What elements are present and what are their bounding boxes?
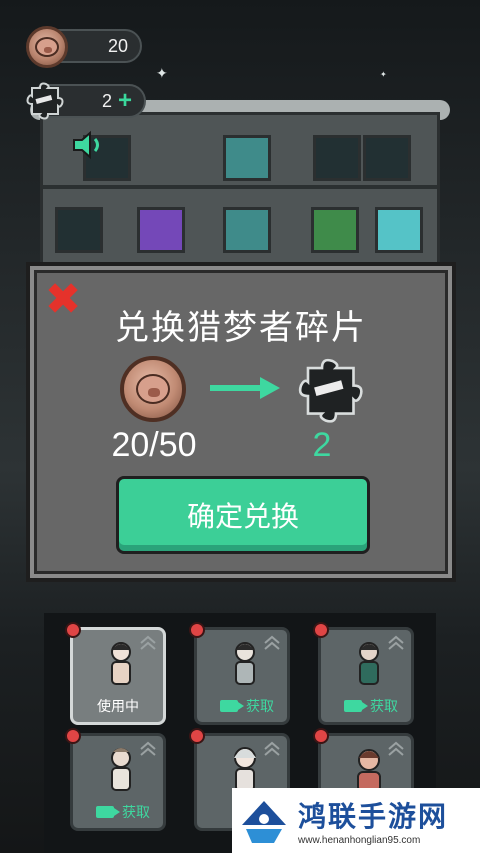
chevron-up-icon [264, 635, 280, 650]
window [223, 207, 271, 253]
site-logo [242, 800, 286, 843]
chevron-up-icon [264, 741, 280, 756]
window-character-room[interactable] [137, 207, 185, 253]
notification-dot [189, 622, 205, 638]
acquire-action[interactable]: 获取 [83, 802, 163, 822]
character-card[interactable]: 获取 [189, 622, 290, 725]
character-avatar [359, 642, 379, 685]
piece-count: 2 [101, 90, 112, 111]
notification-dot [189, 728, 205, 744]
speaker-icon[interactable] [72, 130, 108, 160]
acquire-action[interactable]: 获取 [207, 696, 287, 716]
window-ghost-room[interactable] [375, 207, 423, 253]
notification-dot [313, 728, 329, 744]
notification-dot [65, 728, 81, 744]
video-camera-icon [344, 700, 368, 712]
dialog-title: 兑换猎梦者碎片 [115, 308, 367, 348]
watermark-url: www.henanhonglian95.com [298, 835, 421, 846]
character-card[interactable]: 使用中 [65, 622, 166, 725]
chevron-up-icon [388, 741, 404, 756]
exchange-dialog: ✖ 兑换猎梦者碎片 20/50 2 确定兑换 [26, 262, 456, 582]
window-slime-room[interactable] [311, 207, 359, 253]
character-avatar [235, 642, 255, 685]
add-pieces-button[interactable]: + [118, 87, 132, 115]
character-status: 使用中 [97, 699, 139, 715]
star-icon: ✦ [156, 66, 168, 82]
chevron-up-icon [140, 635, 156, 650]
coin-cost: 20/50 [111, 426, 197, 464]
pig-coin-icon [120, 356, 186, 422]
acquire-action[interactable]: 获取 [331, 696, 411, 716]
video-camera-icon [96, 806, 120, 818]
notification-dot [65, 622, 81, 638]
character-card[interactable]: 获取 [313, 622, 414, 725]
window [55, 207, 103, 253]
window [363, 135, 411, 181]
piece-reward: 2 [312, 426, 332, 464]
arrow-right-icon [210, 377, 280, 399]
watermark-title: 鸿联手游网 [298, 800, 449, 833]
game-background: ✦ ✦ 20 2 + ✖ 兑换猎梦者碎片 20/50 2 确定兑换 使用中 获取… [0, 0, 480, 853]
window [313, 135, 361, 181]
dream-piece-icon [298, 358, 363, 423]
chevron-up-icon [388, 635, 404, 650]
video-camera-icon [220, 700, 244, 712]
star-icon: ✦ [380, 70, 387, 79]
notification-dot [313, 622, 329, 638]
chevron-up-icon [140, 741, 156, 756]
coin-count: 20 [107, 35, 128, 56]
confirm-exchange-button[interactable]: 确定兑换 [116, 476, 370, 554]
pig-coin-icon [26, 26, 68, 68]
dream-piece-icon [26, 82, 64, 120]
window [223, 135, 271, 181]
character-card[interactable]: 获取 [65, 728, 166, 831]
character-avatar [111, 642, 131, 685]
watermark: 鸿联手游网 www.henanhonglian95.com [232, 788, 480, 853]
character-avatar [111, 748, 131, 791]
